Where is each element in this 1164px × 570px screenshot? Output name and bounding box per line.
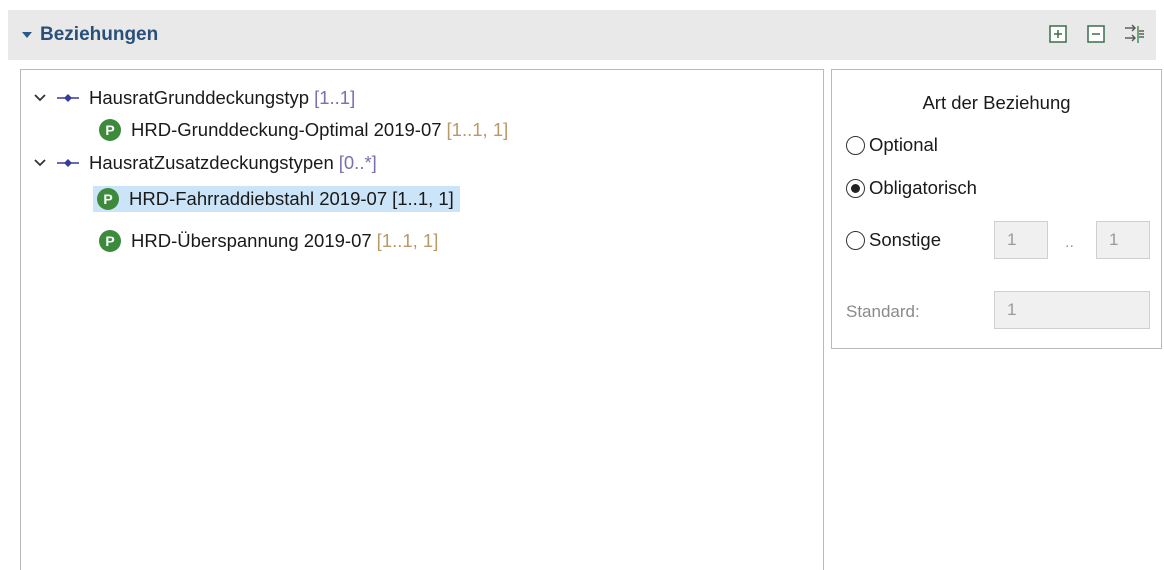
radio-sonstige[interactable] [846, 230, 865, 250]
header-toolbar [1046, 22, 1146, 46]
collapse-all-icon[interactable] [1084, 22, 1108, 46]
filter-lines-icon[interactable] [1122, 22, 1146, 46]
chevron-down-icon[interactable] [31, 89, 49, 107]
tree-node-label: HausratZusatzdeckungstypen [89, 152, 334, 173]
option-optional[interactable]: Optional [846, 134, 938, 156]
selection-highlight[interactable]: P HRD-Fahrraddiebstahl 2019-07 [1..1, 1] [93, 186, 460, 212]
cardinality-label: [1..1, 1] [376, 230, 439, 251]
cardinality-label: [1..1, 1] [446, 119, 509, 140]
association-icon [55, 91, 81, 105]
tree-node-item-selected[interactable]: P HRD-Fahrraddiebstahl 2019-07 [1..1, 1] [93, 183, 460, 215]
option-label: Obligatorisch [869, 177, 977, 198]
option-obligatorisch[interactable]: Obligatorisch [846, 177, 977, 199]
relation-type-title: Art der Beziehung [922, 92, 1071, 113]
standard-field[interactable]: 1 [994, 291, 1150, 329]
tree-node-label: HRD-Fahrraddiebstahl 2019-07 [129, 188, 388, 209]
option-label: Sonstige [869, 229, 941, 250]
cardinality-label: [0..*] [338, 152, 377, 173]
standard-label: Standard: [846, 302, 920, 321]
tree-node-group[interactable]: HausratZusatzdeckungstypen [0..*] [31, 147, 377, 179]
range-separator: .. [1065, 234, 1074, 251]
product-icon: P [97, 188, 119, 210]
tree-node-item[interactable]: P HRD-Grunddeckung-Optimal 2019-07 [1..1… [99, 114, 508, 146]
section-header: Beziehungen [8, 10, 1156, 60]
radio-obligatorisch[interactable] [846, 178, 865, 198]
tree-node-label: HRD-Grunddeckung-Optimal 2019-07 [131, 119, 442, 140]
tree-node-label: HausratGrunddeckungstyp [89, 87, 310, 108]
relation-type-panel: Art der Beziehung Optional Obligatorisch… [831, 69, 1162, 349]
option-sonstige[interactable]: Sonstige [846, 229, 941, 251]
expand-all-icon[interactable] [1046, 22, 1070, 46]
association-icon [55, 156, 81, 170]
max-cardinality-field[interactable]: 1 [1096, 221, 1150, 259]
product-icon: P [99, 119, 121, 141]
section-title[interactable]: Beziehungen [40, 24, 158, 46]
relations-tree: HausratGrunddeckungstyp [1..1] P HRD-Gru… [20, 69, 824, 570]
min-cardinality-field[interactable]: 1 [994, 221, 1048, 259]
collapse-section-icon[interactable] [22, 32, 32, 38]
tree-node-item[interactable]: P HRD-Überspannung 2019-07 [1..1, 1] [99, 225, 438, 257]
product-icon: P [99, 230, 121, 252]
option-label: Optional [869, 134, 938, 155]
chevron-down-icon[interactable] [31, 154, 49, 172]
tree-node-label: HRD-Überspannung 2019-07 [131, 230, 372, 251]
tree-node-group[interactable]: HausratGrunddeckungstyp [1..1] [31, 82, 355, 114]
cardinality-label: [1..1] [314, 87, 356, 108]
radio-optional[interactable] [846, 135, 865, 155]
cardinality-label: [1..1, 1] [392, 188, 454, 209]
